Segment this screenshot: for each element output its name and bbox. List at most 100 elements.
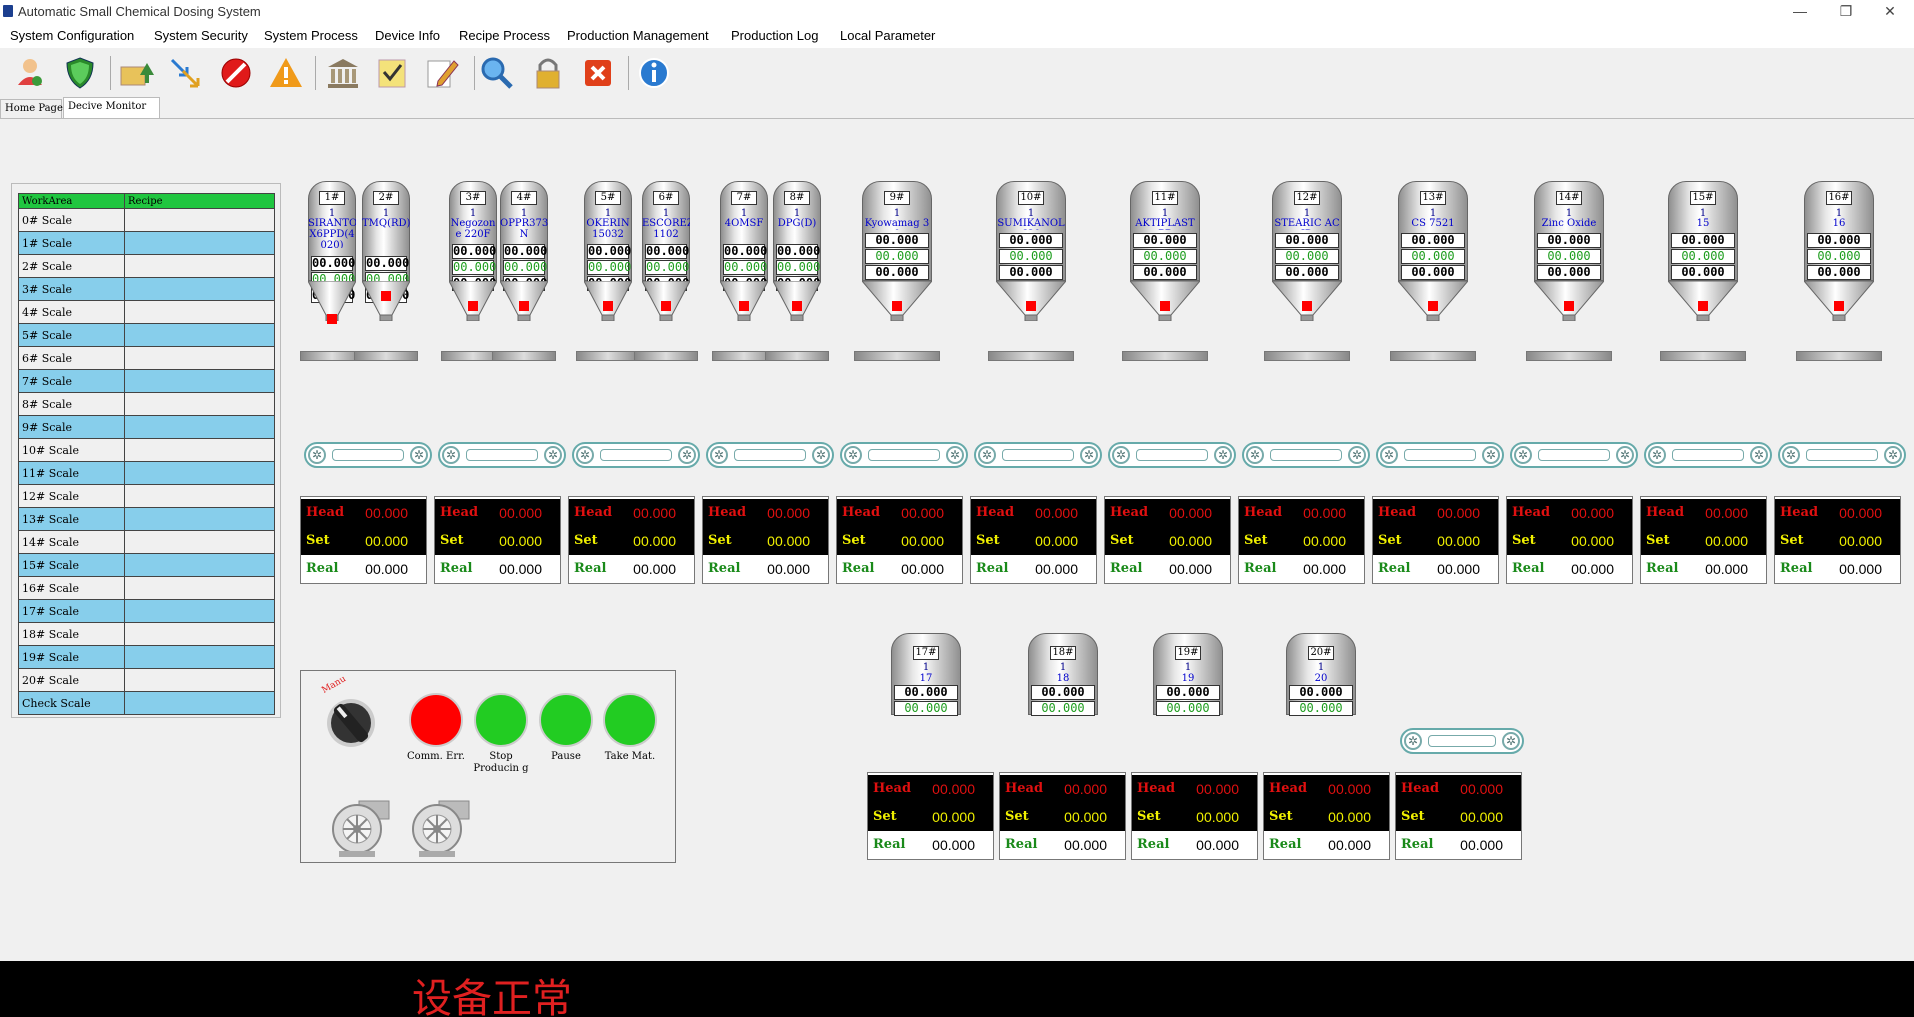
- shield-icon[interactable]: [62, 55, 98, 91]
- table-row[interactable]: 3# Scale: [18, 277, 275, 301]
- bin-value-weight: 00.000: [311, 256, 356, 271]
- info-icon[interactable]: [636, 55, 672, 91]
- pause-button[interactable]: [539, 693, 593, 747]
- table-row[interactable]: 11# Scale: [18, 461, 275, 485]
- recipe-cell[interactable]: [124, 369, 275, 393]
- table-row[interactable]: 13# Scale: [18, 507, 275, 531]
- recipe-cell[interactable]: [124, 668, 275, 692]
- table-row[interactable]: 12# Scale: [18, 484, 275, 508]
- conveyor-roller-icon: ✲: [1246, 446, 1264, 464]
- bin-value-set: 00.000: [1671, 249, 1735, 264]
- mode-selector-switch[interactable]: [323, 689, 379, 749]
- workarea-cell: 0# Scale: [18, 208, 125, 232]
- table-row[interactable]: 15# Scale: [18, 553, 275, 577]
- recipe-cell[interactable]: [124, 392, 275, 416]
- menu-production-management[interactable]: Production Management: [567, 28, 709, 43]
- readout-head-value: 00.000: [633, 505, 676, 521]
- conveyor-belt: ✲ ✲: [1400, 728, 1524, 754]
- menu-production-log[interactable]: Production Log: [731, 28, 818, 43]
- menu-recipe-process[interactable]: Recipe Process: [459, 28, 550, 43]
- recipe-cell[interactable]: [124, 691, 275, 715]
- table-row[interactable]: 4# Scale: [18, 300, 275, 324]
- menu-system-configuration[interactable]: System Configuration: [10, 28, 134, 43]
- recipe-cell[interactable]: [124, 507, 275, 531]
- tab-home-page[interactable]: Home Page: [0, 99, 63, 119]
- recipe-cell[interactable]: [124, 484, 275, 508]
- readout-set-value: 00.000: [901, 533, 944, 549]
- table-row[interactable]: 14# Scale: [18, 530, 275, 554]
- readout-head-row: Head 00.000: [301, 499, 426, 527]
- recipe-cell[interactable]: [124, 346, 275, 370]
- bin-value-weight: 00.000: [365, 256, 410, 271]
- table-row[interactable]: 7# Scale: [18, 369, 275, 393]
- bank-icon[interactable]: [325, 55, 361, 91]
- recipe-cell[interactable]: [124, 254, 275, 278]
- bin-number-label: 2#: [373, 191, 399, 205]
- recipe-cell[interactable]: [124, 323, 275, 347]
- readout-real-label: Real: [306, 561, 339, 576]
- recipe-cell[interactable]: [124, 622, 275, 646]
- bin-material-name: AKTIPLAST PP: [1135, 218, 1195, 230]
- menu-local-parameter[interactable]: Local Parameter: [840, 28, 935, 43]
- table-row[interactable]: Check Scale: [18, 691, 275, 715]
- readout-head-value: 00.000: [767, 505, 810, 521]
- recipe-cell[interactable]: [124, 300, 275, 324]
- conveyor-belt-surface: [466, 449, 538, 461]
- recipe-cell[interactable]: [124, 576, 275, 600]
- table-row[interactable]: 19# Scale: [18, 645, 275, 669]
- readout-head-value: 00.000: [1705, 505, 1748, 521]
- user-icon[interactable]: [12, 55, 48, 91]
- arrows-icon[interactable]: [167, 55, 203, 91]
- recipe-cell[interactable]: [124, 415, 275, 439]
- take-material-button[interactable]: [603, 693, 657, 747]
- menu-device-info[interactable]: Device Info: [375, 28, 440, 43]
- search-icon[interactable]: [479, 55, 515, 91]
- recipe-cell[interactable]: [124, 277, 275, 301]
- table-row[interactable]: 5# Scale: [18, 323, 275, 347]
- recipe-cell[interactable]: [124, 208, 275, 232]
- warning-icon[interactable]: [268, 55, 304, 91]
- table-row[interactable]: 10# Scale: [18, 438, 275, 462]
- scale-readout-panel: Head 00.000 Set 00.000 Real 00.000: [836, 496, 963, 584]
- recipe-cell[interactable]: [124, 599, 275, 623]
- recipe-cell[interactable]: [124, 231, 275, 255]
- menu-system-process[interactable]: System Process: [264, 28, 358, 43]
- recipe-cell[interactable]: [124, 530, 275, 554]
- lock-icon[interactable]: [530, 55, 566, 91]
- conveyor-roller-icon: ✲: [1884, 446, 1902, 464]
- edit-icon[interactable]: [424, 55, 460, 91]
- tab-device-monitor[interactable]: Decive Monitor: [63, 97, 160, 119]
- stop-icon[interactable]: [218, 55, 254, 91]
- table-row[interactable]: 17# Scale: [18, 599, 275, 623]
- recipe-cell[interactable]: [124, 461, 275, 485]
- table-row[interactable]: 2# Scale: [18, 254, 275, 278]
- table-row[interactable]: 16# Scale: [18, 576, 275, 600]
- table-row[interactable]: 8# Scale: [18, 392, 275, 416]
- minimize-button[interactable]: —: [1780, 1, 1820, 21]
- table-row[interactable]: 1# Scale: [18, 231, 275, 255]
- readout-real-row: Real 00.000: [1239, 555, 1364, 583]
- close-window-button[interactable]: ✕: [1870, 1, 1910, 21]
- table-row[interactable]: 20# Scale: [18, 668, 275, 692]
- restore-button[interactable]: ❐: [1826, 1, 1866, 21]
- recipe-cell[interactable]: [124, 553, 275, 577]
- folder-upload-icon[interactable]: [118, 55, 154, 91]
- stop-producing-button[interactable]: [474, 693, 528, 747]
- table-row[interactable]: 9# Scale: [18, 415, 275, 439]
- recipe-cell[interactable]: [124, 438, 275, 462]
- blower-fan-icon: [332, 800, 390, 857]
- table-row[interactable]: 6# Scale: [18, 346, 275, 370]
- menu-system-security[interactable]: System Security: [154, 28, 248, 43]
- recipe-cell[interactable]: [124, 645, 275, 669]
- scale-readout-panel: Head 00.000 Set 00.000 Real 00.000: [300, 496, 427, 584]
- readout-head-value: 00.000: [1460, 781, 1503, 797]
- exit-icon[interactable]: [580, 55, 616, 91]
- readout-real-row: Real 00.000: [837, 555, 962, 583]
- checklist-icon[interactable]: [374, 55, 410, 91]
- bin-value-real: 00.000: [1807, 265, 1871, 280]
- readout-real-label: Real: [1269, 837, 1302, 852]
- readout-set-row: Set 00.000: [569, 527, 694, 555]
- bin-status-indicator: [1302, 301, 1312, 311]
- table-row[interactable]: 0# Scale: [18, 208, 275, 232]
- table-row[interactable]: 18# Scale: [18, 622, 275, 646]
